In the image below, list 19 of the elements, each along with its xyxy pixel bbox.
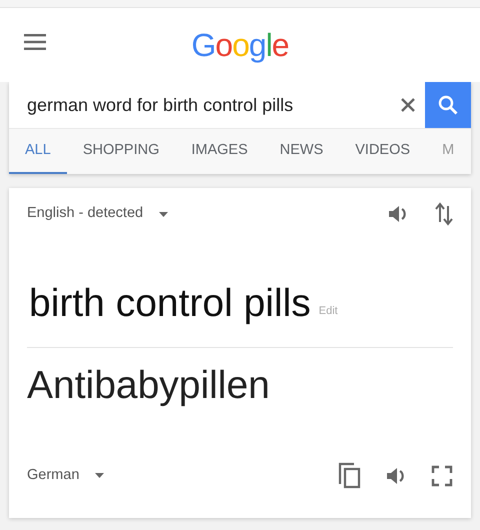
source-language-dropdown[interactable]: English - detected (27, 203, 168, 225)
fullscreen-icon[interactable] (431, 464, 453, 486)
tab[interactable]: VIDEOS (339, 129, 426, 174)
target-language-dropdown[interactable]: German (27, 464, 104, 486)
tab[interactable]: IMAGES (175, 129, 264, 174)
search-button[interactable] (425, 82, 471, 128)
tab[interactable]: SHOPPING (66, 129, 176, 174)
google-logo: Google (191, 29, 289, 61)
caret-icon (159, 212, 168, 216)
translation-text: Antibabypillen (27, 364, 270, 407)
copy-icon[interactable] (337, 462, 361, 489)
caret-icon (95, 473, 104, 478)
search-icon (438, 95, 458, 115)
tab[interactable]: NEWS (264, 129, 340, 174)
speaker-icon[interactable] (387, 203, 409, 225)
menu-icon[interactable] (24, 34, 46, 50)
swap-icon[interactable] (435, 202, 453, 226)
source-text: birth control pills (29, 284, 311, 323)
tab[interactable]: ALL (9, 129, 67, 174)
